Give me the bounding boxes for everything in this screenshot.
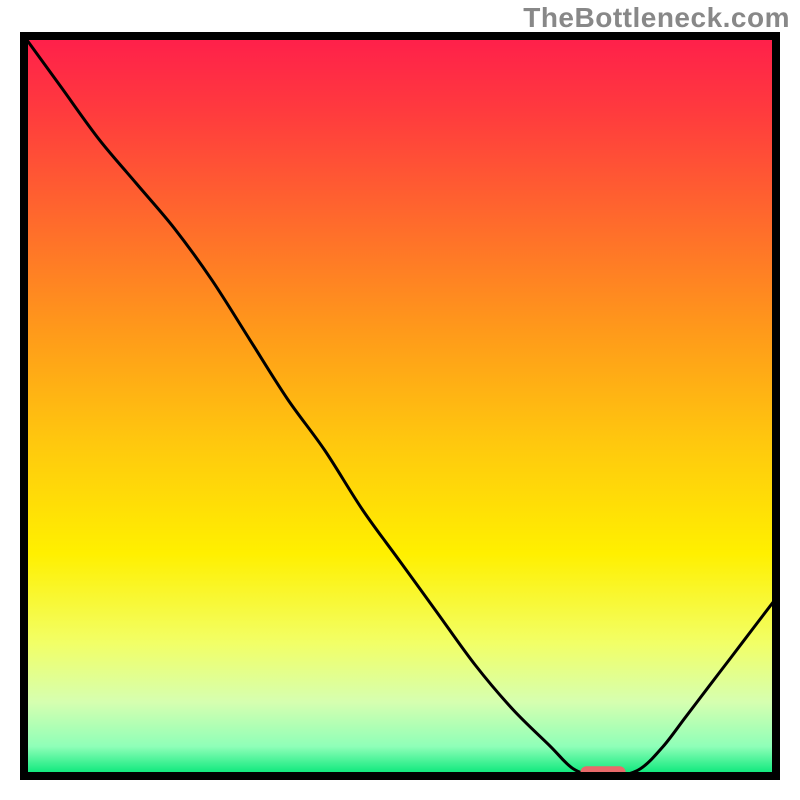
- plot-background: [24, 36, 776, 776]
- watermark-text: TheBottleneck.com: [523, 2, 790, 34]
- chart-svg: [0, 0, 800, 800]
- chart-container: TheBottleneck.com: [0, 0, 800, 800]
